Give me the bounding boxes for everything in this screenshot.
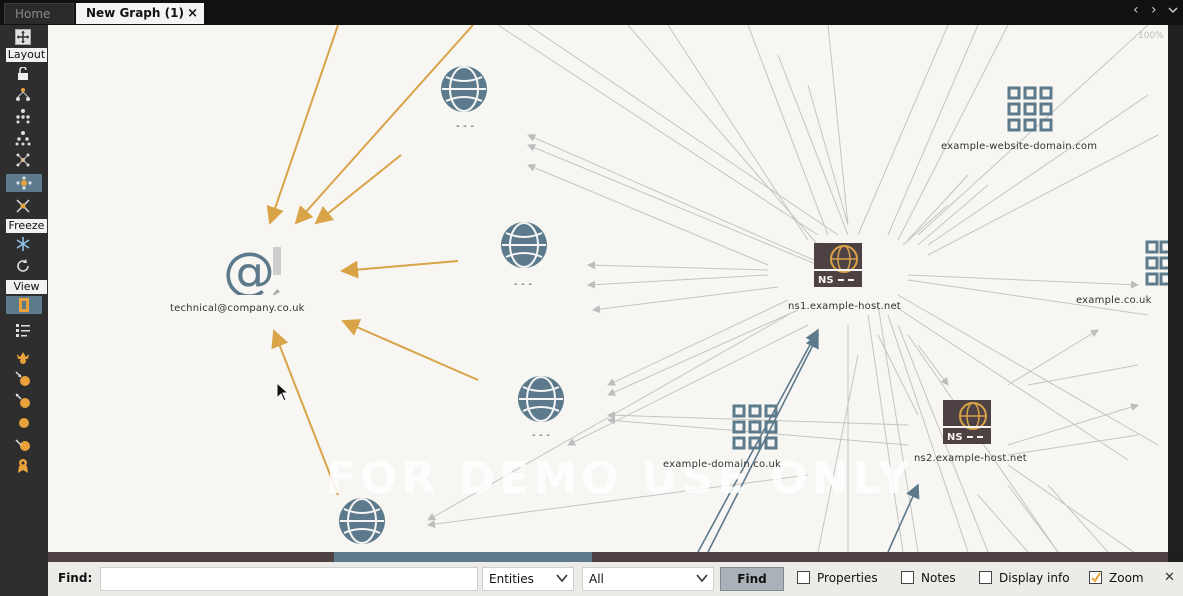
freeze-label: Freeze xyxy=(6,219,47,233)
close-find-bar-icon[interactable]: ✕ xyxy=(1164,570,1175,585)
horizontal-scrollbar[interactable] xyxy=(48,552,1168,562)
globe-node-3-label: - - - xyxy=(532,430,551,441)
zoom-label: Zoom xyxy=(1109,571,1144,585)
scope-select[interactable]: All xyxy=(582,567,714,591)
layout-centrality-icon[interactable] xyxy=(14,129,32,147)
tab-close-icon[interactable]: × xyxy=(187,3,198,24)
nameserver-node-2-label: ns2.example-host.net xyxy=(914,453,1027,464)
domain-node-2[interactable] xyxy=(731,403,779,455)
move-icon[interactable] xyxy=(14,28,32,46)
globe-icon xyxy=(501,222,547,269)
nameserver-node-1-label: ns1.example-host.net xyxy=(788,301,901,312)
tab-next-icon[interactable]: › xyxy=(1151,2,1157,18)
find-input[interactable] xyxy=(100,567,478,591)
view-list-icon[interactable] xyxy=(14,321,32,339)
view-bookmark-icon[interactable] xyxy=(14,457,32,475)
tab-prev-icon[interactable]: ‹ xyxy=(1133,2,1139,18)
view-links-icon[interactable] xyxy=(14,435,32,453)
vertical-scrollbar[interactable] xyxy=(1168,25,1183,552)
globe-node-2-label: - - - xyxy=(514,279,533,290)
notes-checkbox[interactable] xyxy=(901,571,914,584)
view-main-icon[interactable] xyxy=(6,296,42,314)
find-bar: Find: Entities All Find Properties Notes… xyxy=(48,562,1183,596)
chevron-down-icon xyxy=(556,574,568,583)
view-incoming-icon[interactable] xyxy=(14,370,32,388)
notes-label: Notes xyxy=(921,571,956,585)
entity-type-select-value: Entities xyxy=(489,572,534,586)
layout-organic-icon[interactable] xyxy=(14,151,32,169)
globe-icon xyxy=(441,66,487,113)
domain-node-3[interactable] xyxy=(1144,239,1168,291)
mouse-cursor-icon xyxy=(276,382,290,402)
properties-label: Properties xyxy=(817,571,878,585)
entity-type-select[interactable]: Entities xyxy=(482,567,574,591)
globe-node-1-label: - - - xyxy=(456,121,475,132)
freeze-snowflake-icon[interactable] xyxy=(14,235,32,253)
properties-checkbox[interactable] xyxy=(797,571,810,584)
globe-node-4[interactable] xyxy=(338,497,386,549)
tab-new-graph-label: New Graph (1) xyxy=(86,6,184,20)
layout-circular-icon[interactable] xyxy=(6,174,42,192)
graph-canvas[interactable]: 100% FOR DEMO USE ONLY @ technical@compa… xyxy=(48,25,1168,552)
demo-watermark: FOR DEMO USE ONLY xyxy=(326,453,914,504)
chevron-down-icon xyxy=(696,574,708,583)
domain-node-1-label: example-website-domain.com xyxy=(941,141,1098,152)
view-rank-crown-icon[interactable] xyxy=(14,348,32,366)
tab-new-graph[interactable]: New Graph (1) × xyxy=(76,3,204,24)
domain-network-icon xyxy=(1007,86,1053,132)
layout-hierarchical-icon[interactable] xyxy=(14,107,32,125)
nameserver-node-2[interactable]: NS xyxy=(941,396,993,452)
zoom-level-indicator: 100% xyxy=(1138,31,1164,41)
display-info-checkbox[interactable] xyxy=(979,571,992,584)
svg-text:NS: NS xyxy=(947,432,963,443)
unlock-icon[interactable] xyxy=(14,65,32,83)
tab-list-icon[interactable] xyxy=(1167,4,1179,20)
refresh-icon[interactable] xyxy=(14,257,32,275)
svg-text:NS: NS xyxy=(818,275,834,286)
domain-network-icon xyxy=(732,404,778,450)
find-button[interactable]: Find xyxy=(720,567,784,591)
domain-node-2-label: example-domain.co.uk xyxy=(663,459,782,470)
nameserver-icon: NS xyxy=(814,243,862,287)
tab-bar: Home New Graph (1) × ‹ › xyxy=(0,0,1183,25)
graph-toolbar: Layout Freeze View xyxy=(0,25,48,596)
globe-node-2[interactable] xyxy=(500,221,548,273)
globe-icon xyxy=(518,376,564,423)
tab-home[interactable]: Home xyxy=(4,3,74,24)
zoom-checkbox[interactable] xyxy=(1089,571,1102,584)
display-info-label: Display info xyxy=(999,571,1070,585)
globe-node-1[interactable] xyxy=(440,65,488,117)
domain-network-icon xyxy=(1145,240,1168,286)
layout-label: Layout xyxy=(6,48,47,62)
checkmark-icon xyxy=(1091,572,1101,583)
globe-icon xyxy=(339,498,385,545)
layout-block-icon[interactable] xyxy=(14,86,32,104)
nameserver-icon: NS xyxy=(943,400,991,444)
find-label: Find: xyxy=(58,571,93,585)
email-node[interactable]: @ xyxy=(223,235,283,302)
view-size-icon[interactable] xyxy=(14,414,32,432)
view-label: View xyxy=(6,280,47,294)
tab-home-label: Home xyxy=(15,7,51,21)
scope-select-value: All xyxy=(589,572,604,586)
globe-node-3[interactable] xyxy=(517,375,565,427)
view-outgoing-icon[interactable] xyxy=(14,392,32,410)
horizontal-scrollbar-thumb[interactable] xyxy=(334,552,592,562)
nameserver-node-1[interactable]: NS xyxy=(812,239,864,295)
email-at-icon: @ xyxy=(223,242,281,302)
layout-interactive-icon[interactable] xyxy=(14,197,32,215)
domain-node-1[interactable] xyxy=(1006,85,1054,137)
domain-node-3-label: example.co.uk xyxy=(1076,295,1152,306)
email-node-label: technical@company.co.uk xyxy=(170,303,305,314)
svg-text:@: @ xyxy=(223,242,275,295)
